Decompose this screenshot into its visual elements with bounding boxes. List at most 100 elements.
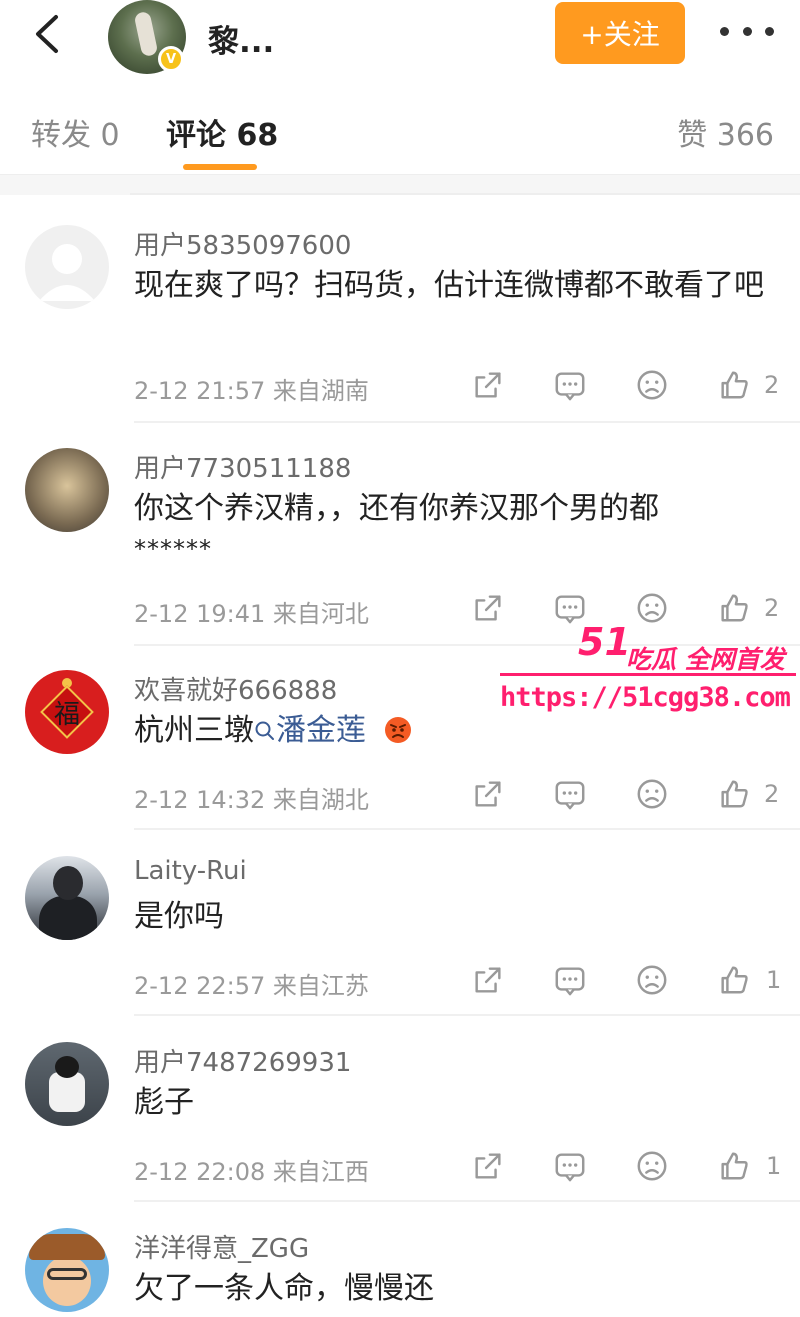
like-button[interactable] <box>716 590 752 626</box>
like-button[interactable] <box>716 776 752 812</box>
dislike-button[interactable] <box>634 1148 670 1184</box>
divider <box>134 1014 800 1016</box>
comment-icon <box>553 963 587 997</box>
dislike-button[interactable] <box>634 776 670 812</box>
watermark-brand-title: 吃瓜 全网首发 <box>626 645 785 674</box>
search-icon <box>255 721 274 740</box>
user-avatar[interactable] <box>25 1042 109 1126</box>
search-link[interactable]: 潘金莲 <box>254 713 366 748</box>
reply-button[interactable] <box>552 962 588 998</box>
user-avatar[interactable]: 福 <box>25 670 109 754</box>
watermark-url: https://51cgg38.com <box>500 682 791 713</box>
profile-name[interactable]: 黎... <box>208 16 274 61</box>
comment-meta: 2-12 22:57 来自江苏 <box>134 972 369 1000</box>
comment-item: 用户5835097600 现在爽了吗？扫码货，估计连微博都不敢看了吧 2-12 … <box>0 225 800 425</box>
comment-text: 欠了一条人命，慢慢还 <box>134 1271 434 1306</box>
thumbs-up-icon <box>717 963 751 997</box>
fu-character: 福 <box>53 700 80 730</box>
user-avatar[interactable] <box>25 448 109 532</box>
repost-button[interactable] <box>470 590 506 626</box>
comment-username[interactable]: 用户7730511188 <box>134 448 351 485</box>
frown-icon <box>635 591 669 625</box>
thumbs-up-icon <box>717 368 751 402</box>
repost-button[interactable] <box>470 962 506 998</box>
back-button[interactable] <box>26 12 66 56</box>
follow-button[interactable]: +关注 <box>555 2 685 64</box>
share-icon <box>471 963 505 997</box>
user-avatar[interactable] <box>25 1228 109 1312</box>
comment-meta: 2-12 22:08 来自江西 <box>134 1158 369 1186</box>
watermark-brand-number: 51 <box>578 620 631 664</box>
search-link-text: 潘金莲 <box>276 713 366 748</box>
comment-username[interactable]: 欢喜就好666888 <box>134 670 337 707</box>
user-avatar[interactable] <box>25 856 109 940</box>
repost-button[interactable] <box>470 367 506 403</box>
divider <box>134 828 800 830</box>
dislike-button[interactable] <box>634 590 670 626</box>
active-tab-indicator <box>183 164 257 170</box>
comment-icon <box>553 368 587 402</box>
like-count: 2 <box>764 594 780 622</box>
default-avatar-icon <box>39 244 95 301</box>
tab-bar: 转发 0 评论 68 赞 366 <box>0 80 800 175</box>
frown-icon <box>635 963 669 997</box>
chevron-left-icon <box>36 15 58 53</box>
comment-text: 彪子 <box>134 1085 194 1120</box>
comment-meta: 2-12 19:41 来自河北 <box>134 600 369 628</box>
comment-text-line: 你这个养汉精，，还有你养汉那个男的都 <box>134 491 659 526</box>
comment-item: 用户7487269931 彪子 2-12 22:08 来自江西 1 <box>0 1042 800 1202</box>
reply-button[interactable] <box>552 776 588 812</box>
like-button[interactable] <box>716 1148 752 1184</box>
comment-text: 你这个养汉精，，还有你养汉那个男的都 ****** <box>134 488 774 570</box>
comment-icon <box>553 777 587 811</box>
comment-item: 用户7730511188 你这个养汉精，，还有你养汉那个男的都 ****** 2… <box>0 448 800 648</box>
user-avatar[interactable] <box>25 225 109 309</box>
comment-item: 洋洋得意_ZGG 欠了一条人命，慢慢还 <box>0 1228 800 1317</box>
reply-button[interactable] <box>552 1148 588 1184</box>
watermark-line <box>500 673 796 676</box>
like-button[interactable] <box>716 962 752 998</box>
like-count: 1 <box>766 1152 782 1180</box>
comment-username[interactable]: 洋洋得意_ZGG <box>134 1228 309 1265</box>
comment-meta: 2-12 14:32 来自湖北 <box>134 786 369 814</box>
angry-emoji-icon <box>384 717 411 743</box>
comment-text: 是你吗 <box>134 899 224 934</box>
comment-icon <box>553 1149 587 1183</box>
tab-comment[interactable]: 评论 68 <box>166 110 278 154</box>
frown-icon <box>635 368 669 402</box>
comment-text-line: ****** <box>134 535 212 563</box>
comment-username[interactable]: 用户7487269931 <box>134 1042 351 1079</box>
top-bar: V 黎... +关注 <box>0 0 800 80</box>
repost-button[interactable] <box>470 776 506 812</box>
tab-like[interactable]: 赞 366 <box>677 110 774 154</box>
like-button[interactable] <box>716 367 752 403</box>
thumbs-up-icon <box>717 591 751 625</box>
share-icon <box>471 1149 505 1183</box>
like-count: 2 <box>764 371 780 399</box>
divider <box>0 175 800 195</box>
more-options-button[interactable] <box>720 16 774 46</box>
frown-icon <box>635 777 669 811</box>
like-count: 1 <box>766 966 782 994</box>
tab-repost[interactable]: 转发 0 <box>31 110 120 154</box>
divider <box>134 1200 800 1202</box>
comment-text: 现在爽了吗？扫码货，估计连微博都不敢看了吧 <box>134 268 764 303</box>
ellipsis-icon <box>720 26 774 36</box>
comment-username[interactable]: Laity-Rui <box>134 856 247 886</box>
share-icon <box>471 368 505 402</box>
dislike-button[interactable] <box>634 962 670 998</box>
repost-button[interactable] <box>470 1148 506 1184</box>
dislike-button[interactable] <box>634 367 670 403</box>
share-icon <box>471 591 505 625</box>
thumbs-up-icon <box>717 1149 751 1183</box>
thumbs-up-icon <box>717 777 751 811</box>
divider <box>134 421 800 423</box>
frown-icon <box>635 1149 669 1183</box>
reply-button[interactable] <box>552 367 588 403</box>
comment-text: 杭州三墩 潘金莲 <box>134 710 774 751</box>
comment-item: Laity-Rui 是你吗 2-12 22:57 来自江苏 1 <box>0 856 800 1016</box>
comment-meta: 2-12 21:57 来自湖南 <box>134 377 369 405</box>
comment-username[interactable]: 用户5835097600 <box>134 225 351 262</box>
like-count: 2 <box>764 780 780 808</box>
comment-text-part: 杭州三墩 <box>134 713 254 748</box>
